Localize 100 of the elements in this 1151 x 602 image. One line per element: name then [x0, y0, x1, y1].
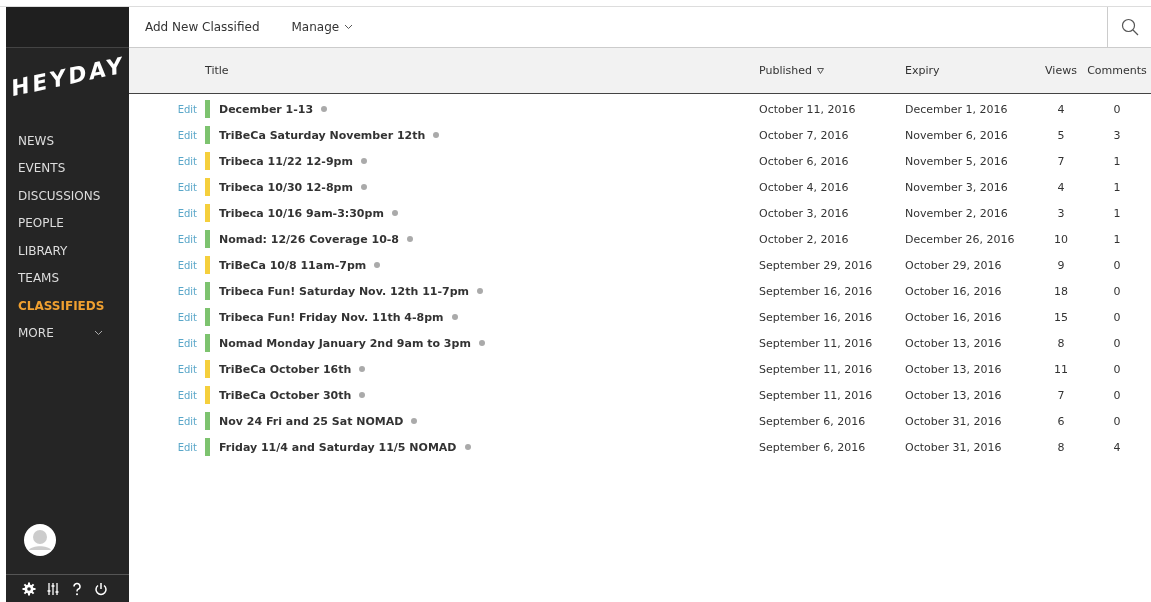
- status-dot: [391, 210, 398, 216]
- status-dot: [321, 106, 328, 112]
- search-icon: [1120, 18, 1139, 36]
- column-header[interactable]: Views: [1045, 64, 1077, 77]
- chevron-down-icon: [344, 24, 354, 30]
- table-cell-text: September 29, 2016: [759, 258, 874, 272]
- help-icon[interactable]: [70, 582, 84, 596]
- table-cell-text: September 6, 2016: [759, 440, 867, 454]
- column-header[interactable]: Expiry: [905, 64, 1039, 77]
- sort-down-icon: [816, 67, 824, 74]
- classified-title[interactable]: December 1-13: [219, 102, 314, 116]
- table-cell-text: September 16, 2016: [759, 310, 874, 324]
- table-cell: 11: [1054, 362, 1068, 376]
- table-cell-text: November 3, 2016: [905, 180, 1009, 194]
- table-cell: 8: [1057, 440, 1065, 454]
- table-cell: 15: [1054, 310, 1068, 324]
- table-cell-text: September 11, 2016: [759, 336, 874, 350]
- classified-title[interactable]: Tribeca Fun! Friday Nov. 11th 4-8pm: [219, 310, 444, 324]
- table-cell: 0: [1113, 102, 1121, 116]
- table-cell: 6: [1057, 414, 1065, 428]
- table-cell: 9: [1057, 258, 1065, 272]
- table-cell-text: October 2, 2016: [759, 232, 850, 246]
- table-cell: 4: [1057, 102, 1065, 116]
- nav-item[interactable]: PEOPLE: [6, 209, 129, 237]
- status-dot: [464, 444, 471, 450]
- table-cell: 1: [1113, 206, 1121, 220]
- classified-title[interactable]: Nov 24 Fri and 25 Sat NOMAD: [219, 414, 404, 428]
- nav-item[interactable]: LIBRARY: [6, 237, 129, 265]
- column-header[interactable]: Title: [205, 64, 759, 77]
- column-header[interactable]: Published: [759, 64, 905, 77]
- table-cell: 0: [1113, 362, 1121, 376]
- nav-item[interactable]: NEWS: [6, 127, 129, 155]
- classified-title[interactable]: TriBeCa Saturday November 12th: [219, 128, 426, 142]
- table-cell: 0: [1113, 336, 1121, 350]
- table-cell: 4: [1057, 180, 1065, 194]
- sliders-icon[interactable]: [46, 582, 60, 596]
- settings-icon[interactable]: [22, 582, 36, 596]
- status-dot: [477, 288, 484, 294]
- table-cell-text: September 11, 2016: [759, 362, 874, 376]
- classified-title[interactable]: TriBeCa 10/8 11am-7pm: [219, 258, 367, 272]
- avatar-icon[interactable]: [24, 524, 56, 556]
- status-dot: [359, 392, 366, 398]
- table-cell-text: October 31, 2016: [905, 440, 1003, 454]
- add-new-classified-button[interactable]: Add New Classified: [145, 20, 260, 34]
- table-cell-text: October 13, 2016: [905, 388, 1003, 402]
- table-cell-text: September 6, 2016: [759, 414, 867, 428]
- classified-title[interactable]: TriBeCa October 16th: [219, 362, 352, 376]
- nav-item[interactable]: CLASSIFIEDS: [6, 292, 129, 320]
- classified-title[interactable]: Tribeca 10/16 9am-3:30pm: [219, 206, 384, 220]
- table-cell-text: October 6, 2016: [759, 154, 850, 168]
- classified-title[interactable]: TriBeCa October 30th: [219, 388, 352, 402]
- table-cell-text: November 2, 2016: [905, 206, 1009, 220]
- table-cell-text: November 6, 2016: [905, 128, 1009, 142]
- classified-title[interactable]: Nomad: 12/26 Coverage 10-8: [219, 232, 399, 246]
- table-cell-text: December 26, 2016: [905, 232, 1016, 246]
- classified-title[interactable]: Friday 11/4 and Saturday 11/5 NOMAD: [219, 440, 457, 454]
- table-cell: 7: [1057, 154, 1065, 168]
- status-dot: [407, 236, 413, 242]
- table-cell-text: September 16, 2016: [759, 284, 874, 298]
- nav-item[interactable]: TEAMS: [6, 264, 129, 292]
- status-dot: [433, 132, 440, 138]
- table-cell-text: October 13, 2016: [905, 336, 1003, 350]
- table-cell-text: October 3, 2016: [759, 206, 850, 220]
- table-cell: 5: [1057, 128, 1065, 142]
- table-cell-text: October 16, 2016: [905, 310, 1003, 324]
- classified-title[interactable]: Nomad Monday January 2nd 9am to 3pm: [219, 336, 471, 350]
- table-cell: 18: [1054, 284, 1068, 298]
- power-icon[interactable]: [94, 582, 108, 596]
- table-cell: 0: [1113, 284, 1121, 298]
- table-cell-text: October 31, 2016: [905, 414, 1003, 428]
- table-cell-text: October 4, 2016: [759, 180, 850, 194]
- status-dot: [360, 184, 367, 190]
- status-dot: [478, 340, 485, 346]
- classified-title[interactable]: Tribeca 11/22 12-9pm: [219, 154, 353, 168]
- table-cell-text: October 11, 2016: [759, 102, 857, 116]
- table-cell: 4: [1113, 440, 1121, 454]
- table-cell-text: October 7, 2016: [759, 128, 850, 142]
- table-cell-text: November 5, 2016: [905, 154, 1009, 168]
- table-cell: 10: [1054, 232, 1068, 246]
- status-dot: [451, 314, 458, 320]
- table-cell: 0: [1113, 310, 1121, 324]
- nav-item[interactable]: EVENTS: [6, 154, 129, 182]
- nav-item[interactable]: MORE: [6, 319, 129, 347]
- manage-menu[interactable]: Manage: [291, 20, 354, 34]
- table-cell: 3: [1057, 206, 1065, 220]
- table-cell-text: October 16, 2016: [905, 284, 1003, 298]
- table-cell: 3: [1113, 128, 1121, 142]
- classified-title[interactable]: Tribeca 10/30 12-8pm: [219, 180, 353, 194]
- status-dot: [374, 262, 381, 268]
- table-cell: 0: [1113, 258, 1121, 272]
- status-dot: [360, 158, 367, 164]
- table-cell-text: October 13, 2016: [905, 362, 1003, 376]
- table-cell-text: October 29, 2016: [905, 258, 1003, 272]
- nav-item[interactable]: DISCUSSIONS: [6, 182, 129, 210]
- table-cell: 1: [1113, 232, 1121, 246]
- classified-title[interactable]: Tribeca Fun! Saturday Nov. 12th 11-7pm: [219, 284, 470, 298]
- table-cell: 1: [1113, 154, 1121, 168]
- table-cell-text: December 1, 2016: [905, 102, 1009, 116]
- column-header[interactable]: Comments: [1087, 64, 1147, 77]
- table-cell-text: September 11, 2016: [759, 388, 874, 402]
